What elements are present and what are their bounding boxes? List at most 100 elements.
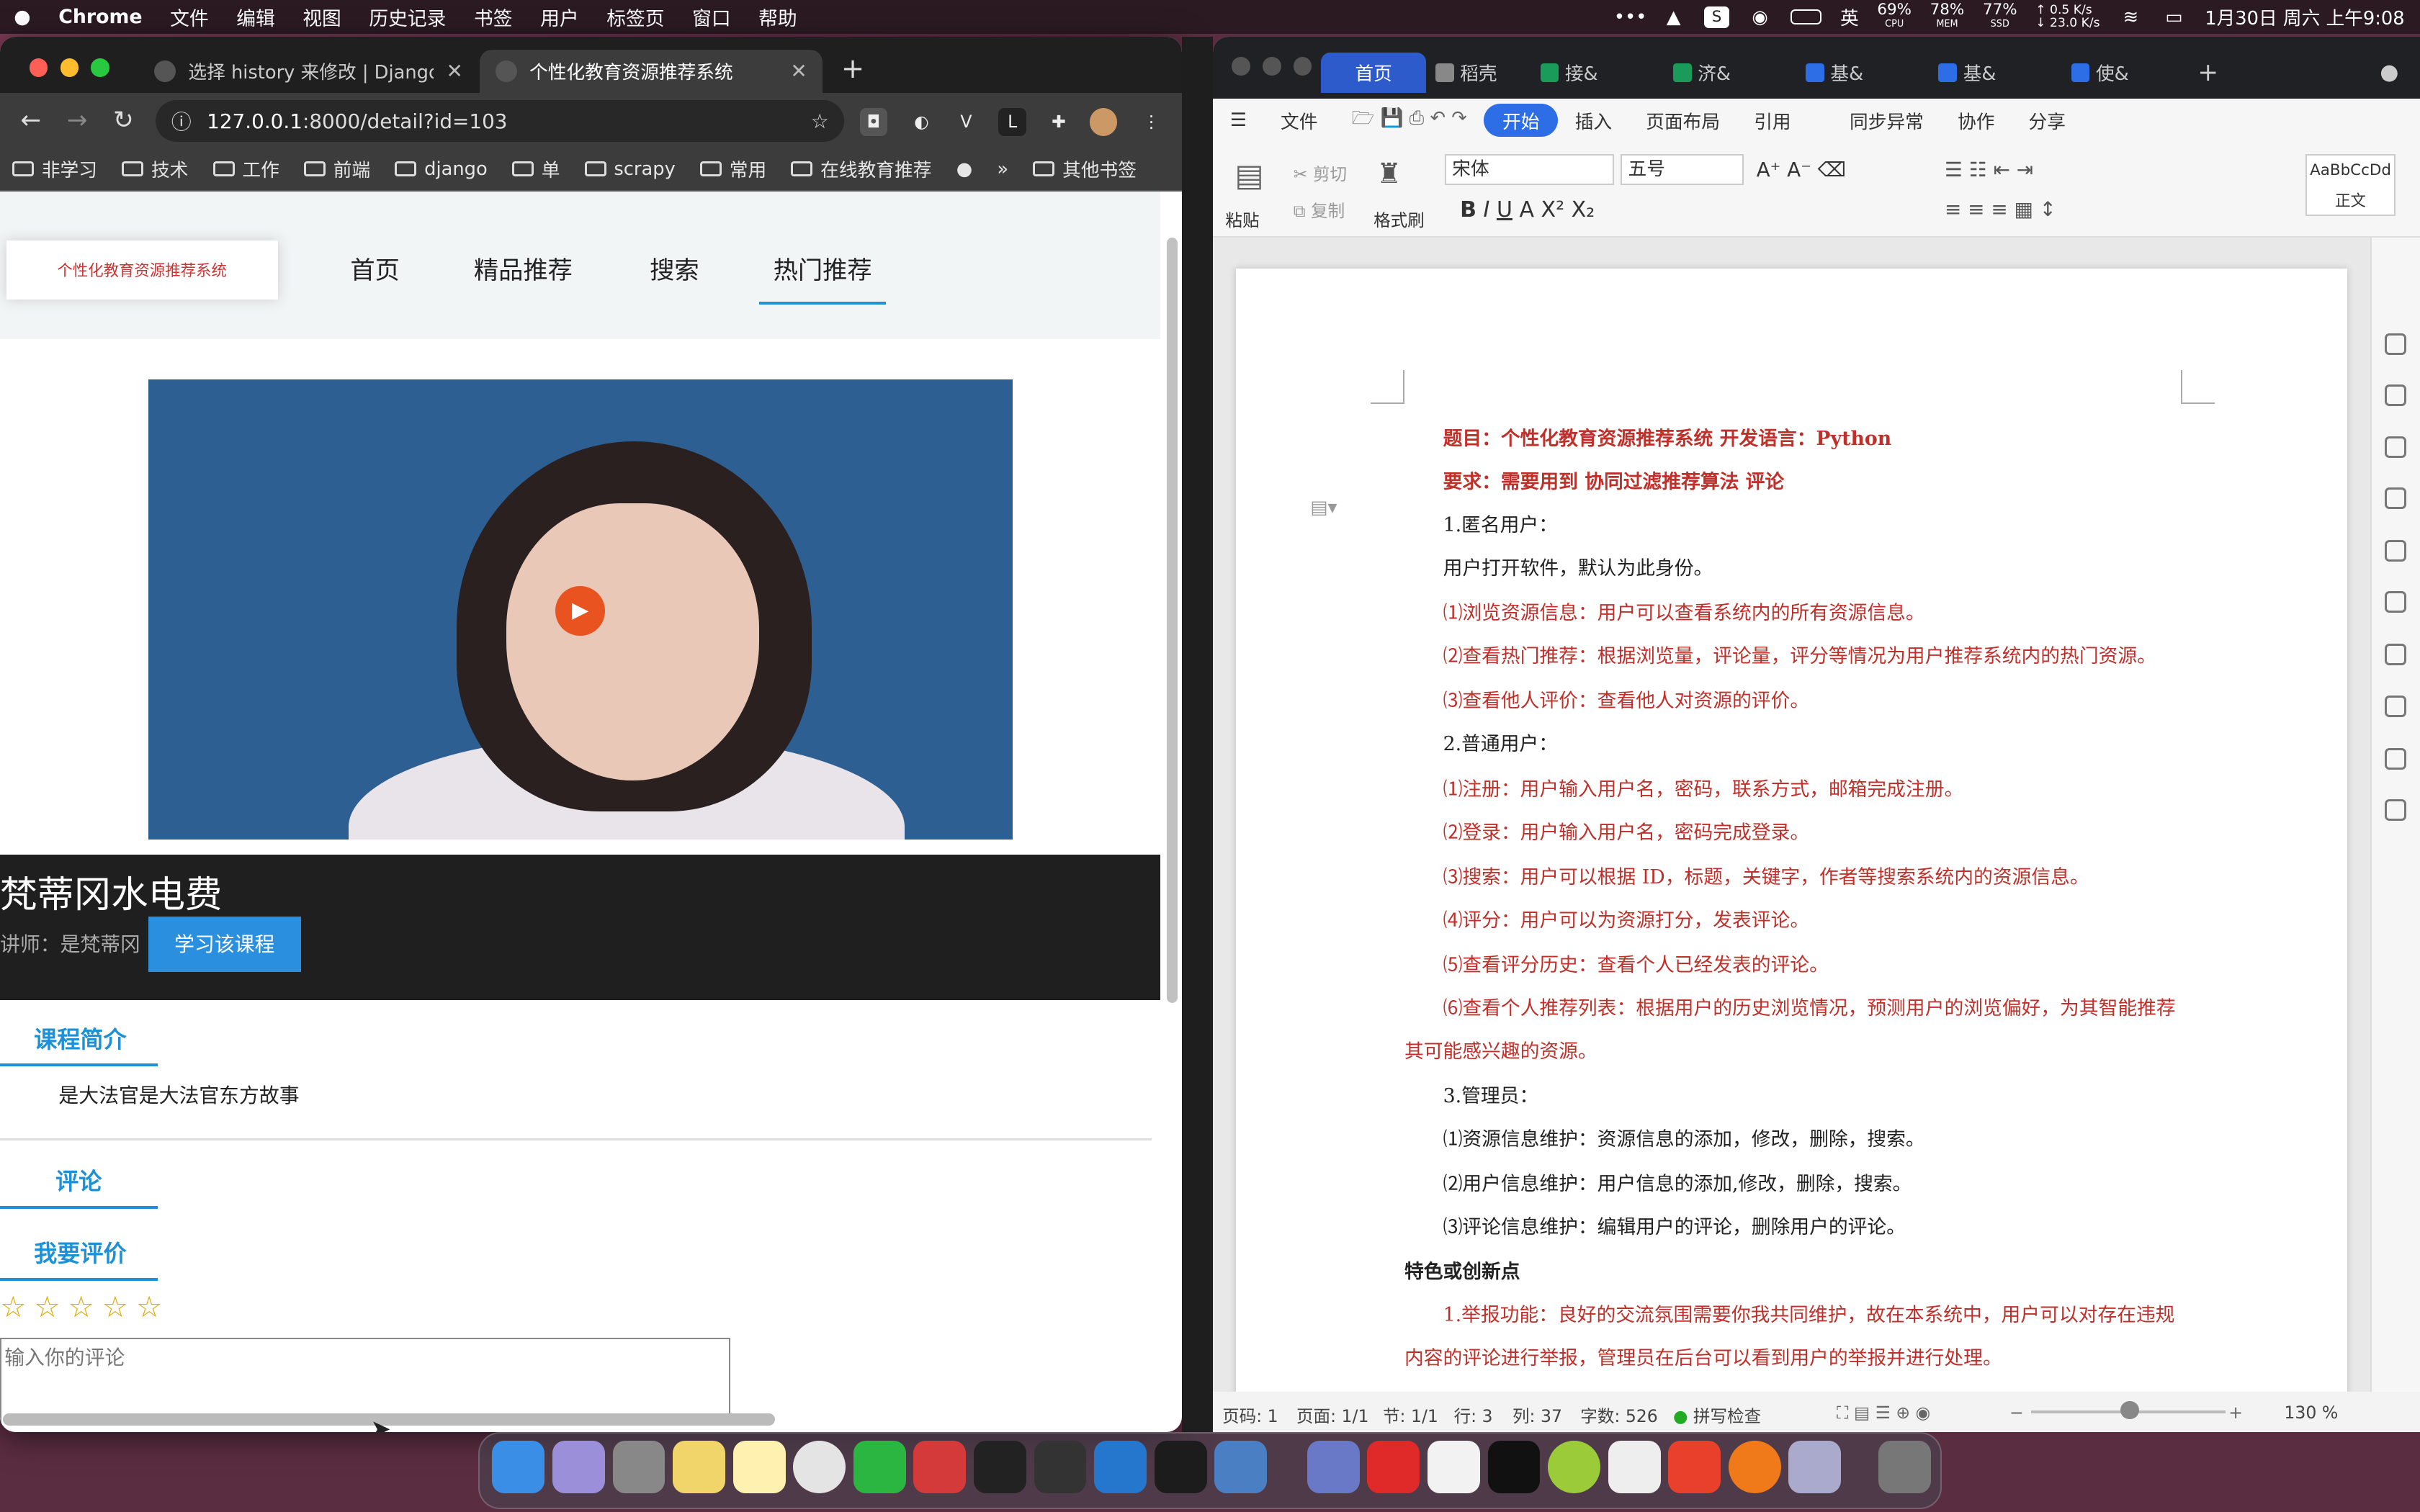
vertical-scrollbar[interactable] <box>1167 237 1178 1003</box>
more-icon[interactable]: ••• <box>1614 6 1646 28</box>
wps-tab-docer[interactable]: 稻壳 <box>1435 53 1497 93</box>
music-icon[interactable] <box>1548 1441 1600 1494</box>
collaborate-button[interactable]: 协作 <box>1940 107 2012 134</box>
extension-icon[interactable]: ◘ <box>859 107 888 136</box>
wps-icon[interactable] <box>913 1441 967 1494</box>
ai-icon[interactable] <box>2384 748 2406 770</box>
extension-v-icon[interactable]: V <box>952 108 980 136</box>
new-tab-button[interactable]: + <box>841 53 864 85</box>
bookmark-folder[interactable]: scrapy <box>573 158 688 180</box>
menu-file[interactable]: 文件 <box>156 3 223 31</box>
star-icon[interactable]: ☆ <box>34 1290 60 1324</box>
image-icon[interactable] <box>2384 798 2406 821</box>
account-avatar[interactable]: ● <box>2380 53 2398 93</box>
sync-status[interactable]: 同步异常 <box>1832 107 1940 134</box>
apple-icon[interactable]: ● <box>0 6 45 28</box>
format-painter-icon[interactable]: ♜ <box>1376 158 1402 190</box>
format-painter-button[interactable]: 格式刷 <box>1373 207 1425 231</box>
youdao-icon[interactable] <box>1367 1441 1420 1494</box>
nav-hot[interactable]: 热门推荐 <box>759 250 886 305</box>
terminal-icon[interactable] <box>1487 1441 1541 1494</box>
firefox-icon[interactable] <box>1728 1441 1781 1494</box>
clock[interactable]: 1月30日 周六 上午9:08 <box>2205 4 2404 30</box>
system-settings-icon[interactable] <box>612 1441 666 1494</box>
zoom-level[interactable]: 130 % <box>2284 1403 2338 1423</box>
database-icon[interactable] <box>1307 1441 1360 1494</box>
star-rating[interactable]: ☆ ☆ ☆ ☆ ☆ <box>0 1290 162 1324</box>
wps-menu-reference[interactable]: 引用 <box>1737 107 1809 134</box>
bookmark-folder[interactable]: 在线教育推荐 <box>779 156 944 182</box>
puzzle-extensions-icon[interactable]: ✚ <box>1045 108 1073 136</box>
extension-icon[interactable]: ◐ <box>908 108 936 136</box>
wps-tab-home[interactable]: 首页 <box>1321 52 1426 93</box>
wps-new-tab-button[interactable]: + <box>2197 53 2218 93</box>
vscode-icon[interactable] <box>1094 1441 1147 1494</box>
star-icon[interactable]: ☆ <box>136 1290 163 1324</box>
document-area[interactable]: ▤▾ 题目：个性化教育资源推荐系统 开发语言：Python 要求：需要用到 协同过… <box>1213 237 2371 1395</box>
bookmark-folder[interactable]: 其他书签 <box>1021 156 1149 182</box>
wifi-icon[interactable]: ≋ <box>2118 6 2143 28</box>
github-icon[interactable]: ● <box>944 158 985 180</box>
editor-icon[interactable] <box>1034 1441 1087 1494</box>
bookmark-folder[interactable]: 技术 <box>109 156 200 182</box>
finder-icon[interactable] <box>492 1441 545 1494</box>
hamburger-icon[interactable]: ☰ <box>1213 109 1263 131</box>
star-icon[interactable]: ☆ <box>102 1290 129 1324</box>
site-logo[interactable]: 个性化教育资源推荐系统 <box>6 240 278 300</box>
bookmark-folder[interactable]: 前端 <box>292 156 382 182</box>
control-center-icon[interactable]: ▭ <box>2161 6 2186 28</box>
stickies-icon[interactable] <box>673 1441 725 1494</box>
typora-icon[interactable] <box>1427 1441 1480 1494</box>
wps-menu-start[interactable]: 开始 <box>1484 104 1559 137</box>
profile-avatar[interactable] <box>1089 107 1118 136</box>
extension-l-icon[interactable]: L <box>998 107 1026 136</box>
menu-tabs[interactable]: 标签页 <box>593 3 678 31</box>
bookmarks-more[interactable]: » <box>985 158 1021 180</box>
battery-icon[interactable] <box>1791 9 1822 25</box>
plugin-icon[interactable] <box>2384 487 2406 510</box>
align-buttons[interactable]: ≡ ≡ ≡ ▦ ↕ <box>1945 197 2056 221</box>
textedit-icon[interactable] <box>1608 1441 1661 1494</box>
bookmark-folder[interactable]: 常用 <box>688 156 779 182</box>
select-icon[interactable] <box>2384 539 2406 562</box>
font-grow-icon[interactable]: A⁺ A⁻ ⌫ <box>1757 158 1847 181</box>
comment-input[interactable]: 输入你的评论 <box>0 1337 730 1426</box>
menu-help[interactable]: 帮助 <box>745 3 811 31</box>
learn-course-button[interactable]: 学习该课程 <box>148 916 301 972</box>
cut-button[interactable]: ✂ 剪切 <box>1294 161 1347 185</box>
video-player[interactable]: ▶ <box>148 379 1013 840</box>
wps-menu-file[interactable]: 文件 <box>1263 107 1335 134</box>
pen-icon[interactable] <box>2384 333 2406 355</box>
paste-button[interactable]: 粘贴 <box>1225 207 1259 231</box>
wps-tab-sheet[interactable]: 济& <box>1672 53 1731 93</box>
copy-button[interactable]: ⧉ 复制 <box>1294 197 1345 222</box>
menu-user[interactable]: 用户 <box>526 3 593 31</box>
forward-icon[interactable]: → <box>54 106 100 135</box>
menu-bookmarks[interactable]: 书签 <box>460 3 526 31</box>
history-icon[interactable] <box>2384 696 2406 718</box>
document-page[interactable]: ▤▾ 题目：个性化教育资源推荐系统 开发语言：Python 要求：需要用到 协同过… <box>1236 268 2348 1395</box>
info-icon[interactable]: ⓘ <box>171 107 192 135</box>
nav-search[interactable]: 搜索 <box>650 250 699 286</box>
view-mode-icons[interactable]: ⛶ ▤ ☰ ⊕ ◉ <box>1837 1403 1930 1423</box>
menu-window[interactable]: 窗口 <box>678 3 745 31</box>
qq-icon[interactable] <box>973 1441 1026 1494</box>
tab-edu-system[interactable]: 个性化教育资源推荐系统 ✕ <box>480 49 823 93</box>
wps-menu-layout[interactable]: 页面布局 <box>1629 107 1737 134</box>
nav-home[interactable]: 首页 <box>350 250 400 286</box>
chrome-menu-icon[interactable]: ⋮ <box>1137 108 1165 136</box>
close-window-button[interactable] <box>1231 57 1250 76</box>
layers-icon[interactable] <box>2384 436 2406 459</box>
bookmark-folder[interactable]: 单 <box>500 156 573 182</box>
launchpad-icon[interactable] <box>552 1441 605 1494</box>
wps-menu-insert[interactable]: 插入 <box>1558 107 1629 134</box>
notification-bell-icon[interactable]: ▲ <box>1661 6 1685 28</box>
menu-app-name[interactable]: Chrome <box>45 6 156 28</box>
zoom-in-icon[interactable]: + <box>2228 1403 2243 1423</box>
play-icon[interactable]: ▶ <box>555 586 605 636</box>
close-tab-icon[interactable]: ✕ <box>447 59 463 83</box>
close-window-button[interactable] <box>29 58 48 78</box>
menu-edit[interactable]: 编辑 <box>223 3 289 31</box>
lock-icon[interactable] <box>2384 590 2406 613</box>
style-normal[interactable]: AaBbCcDd 正文 <box>2305 154 2396 216</box>
